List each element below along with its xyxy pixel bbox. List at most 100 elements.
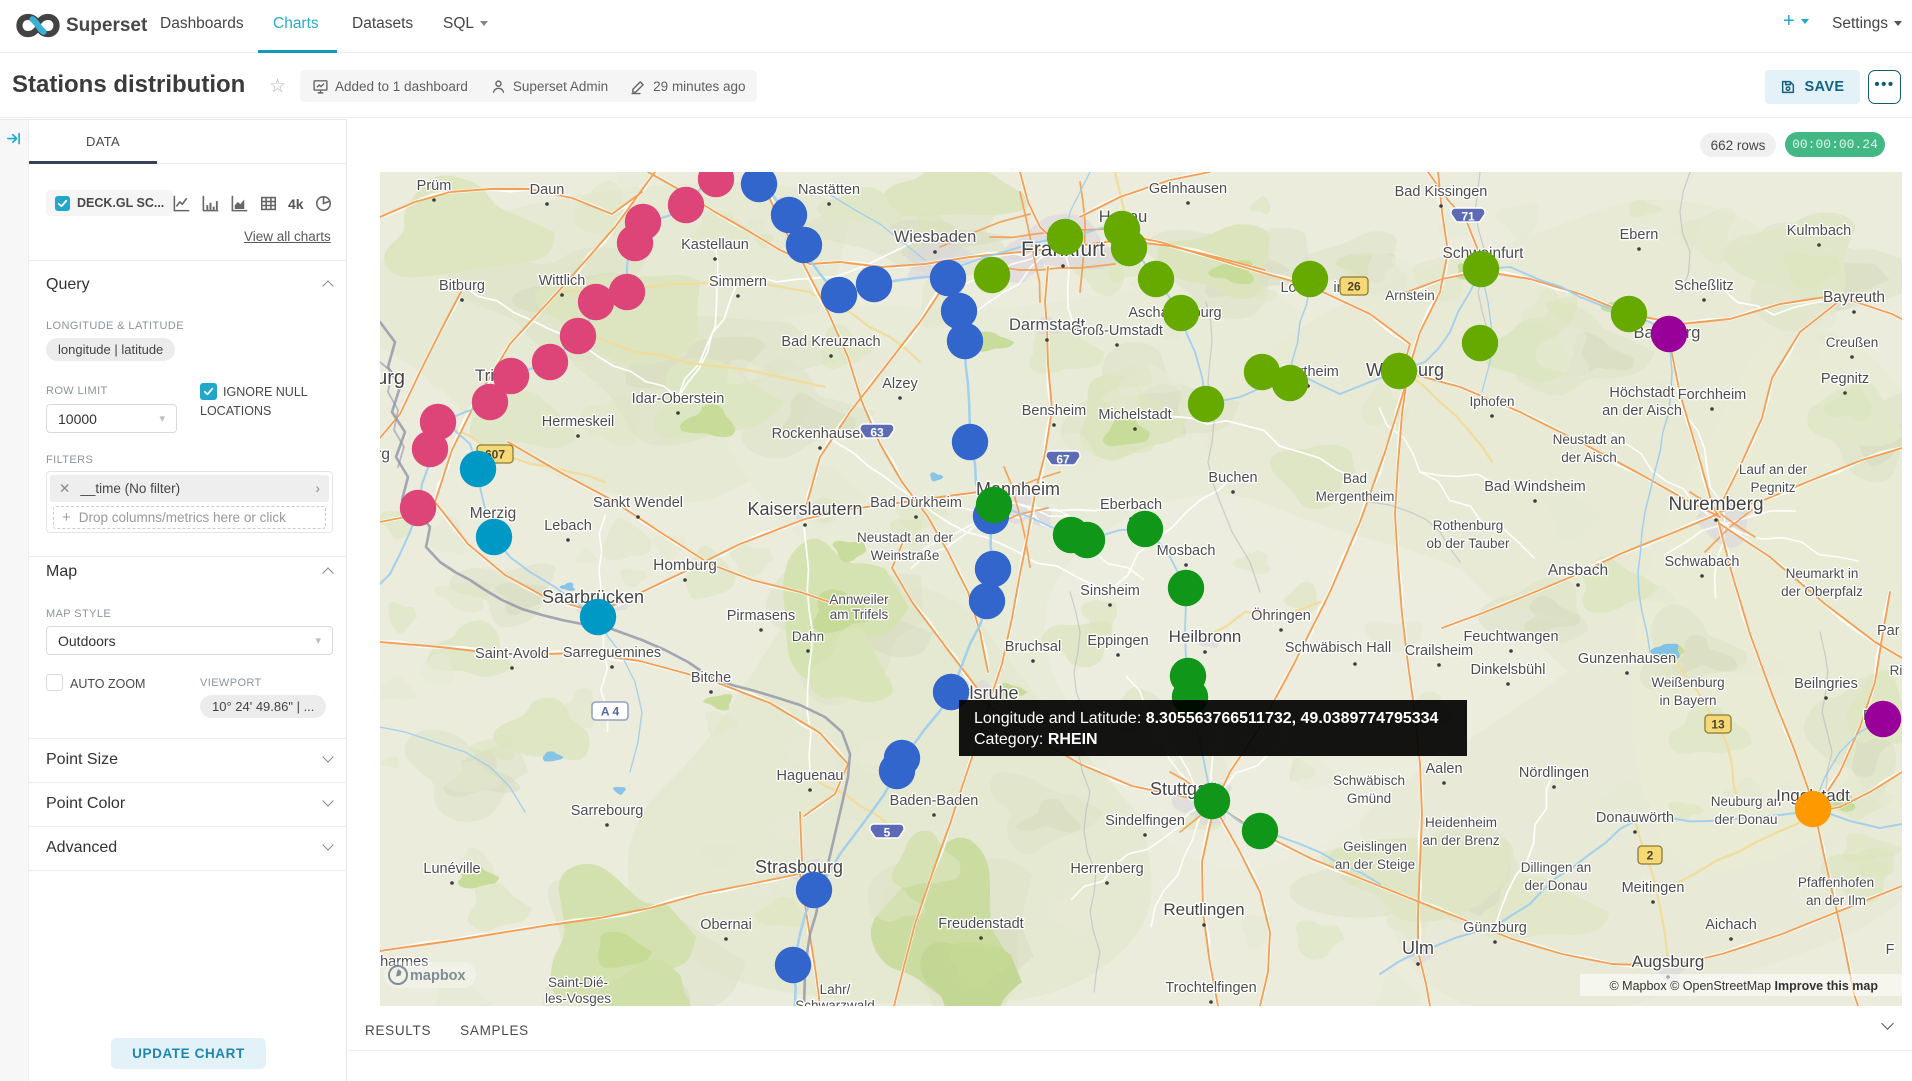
svg-text:Öhringen: Öhringen [1251, 606, 1311, 624]
svg-text:an der Aisch: an der Aisch [1602, 403, 1682, 419]
svg-text:Michelstadt: Michelstadt [1098, 407, 1171, 423]
svg-text:Meitingen: Meitingen [1622, 880, 1685, 896]
svg-text:Pegnitz: Pegnitz [1750, 480, 1795, 495]
svg-text:Haguenau: Haguenau [777, 768, 844, 784]
svg-text:Bruchsal: Bruchsal [1005, 639, 1061, 655]
svg-text:Wiesbaden: Wiesbaden [894, 228, 977, 246]
svg-text:Bad Kissingen: Bad Kissingen [1395, 184, 1488, 200]
svg-text:Simmern: Simmern [709, 274, 767, 290]
svg-text:63: 63 [870, 426, 884, 440]
svg-text:Aalen: Aalen [1425, 761, 1462, 777]
svg-text:Ansbach: Ansbach [1548, 562, 1608, 579]
svg-text:Mosbach: Mosbach [1157, 543, 1216, 559]
svg-text:Forchheim: Forchheim [1678, 387, 1747, 403]
svg-text:Neuburg an: Neuburg an [1711, 794, 1782, 809]
svg-text:Category: RHEIN: Category: RHEIN [974, 731, 1098, 748]
svg-text:Schwäbisch Hall: Schwäbisch Hall [1285, 640, 1391, 656]
svg-text:Alzey: Alzey [882, 376, 918, 392]
svg-text:in Bayern: in Bayern [1659, 693, 1716, 708]
svg-text:Hermeskeil: Hermeskeil [542, 414, 615, 430]
svg-text:71: 71 [1461, 210, 1475, 224]
svg-text:Reutlingen: Reutlingen [1163, 900, 1244, 919]
svg-text:Prüm: Prüm [417, 178, 452, 194]
svg-text:Bitche: Bitche [691, 670, 731, 686]
svg-text:Pfaffenhofen: Pfaffenhofen [1798, 875, 1874, 890]
svg-text:Baden-Baden: Baden-Baden [890, 793, 979, 809]
svg-text:Ebern: Ebern [1620, 227, 1659, 243]
svg-text:67: 67 [1056, 453, 1070, 467]
svg-text:Bensheim: Bensheim [1022, 403, 1086, 419]
svg-text:5: 5 [884, 826, 891, 840]
svg-text:Pirmasens: Pirmasens [727, 608, 796, 624]
svg-text:ob der Tauber: ob der Tauber [1426, 536, 1510, 551]
svg-text:2: 2 [1647, 849, 1654, 863]
svg-text:Herrenberg: Herrenberg [1070, 861, 1143, 877]
svg-text:Gunzenhausen: Gunzenhausen [1578, 651, 1676, 667]
svg-text:Lebach: Lebach [544, 518, 592, 534]
svg-text:Trochtelfingen: Trochtelfingen [1165, 980, 1256, 996]
svg-text:der Donau: der Donau [1524, 878, 1587, 893]
svg-text:les-Vosges: les-Vosges [545, 991, 611, 1006]
svg-text:Augsburg: Augsburg [1632, 952, 1705, 971]
svg-text:Saint-Dié-: Saint-Dié- [548, 975, 608, 990]
svg-text:Neumarkt in: Neumarkt in [1786, 566, 1859, 581]
svg-text:Obernai: Obernai [700, 917, 752, 933]
svg-text:Sarrebourg: Sarrebourg [571, 803, 644, 819]
svg-text:Eppingen: Eppingen [1087, 633, 1148, 649]
svg-text:der Oberpfalz: der Oberpfalz [1781, 584, 1863, 599]
svg-text:Crailsheim: Crailsheim [1405, 643, 1474, 659]
svg-text:Scheßlitz: Scheßlitz [1674, 278, 1734, 294]
svg-text:Aichach: Aichach [1705, 917, 1757, 933]
svg-text:an der Ilm: an der Ilm [1806, 893, 1866, 908]
svg-text:mapbox: mapbox [410, 968, 466, 984]
svg-text:Annweiler: Annweiler [829, 592, 889, 607]
svg-text:Eberbach: Eberbach [1100, 497, 1162, 513]
svg-text:Sankt Wendel: Sankt Wendel [593, 495, 683, 511]
svg-text:Neustadt an der: Neustadt an der [857, 530, 954, 545]
svg-text:der Aisch: der Aisch [1561, 450, 1617, 465]
svg-text:Dillingen an: Dillingen an [1521, 860, 1592, 875]
svg-text:Lunéville: Lunéville [423, 861, 480, 877]
svg-text:an der Steige: an der Steige [1335, 857, 1415, 872]
svg-text:Bad Windsheim: Bad Windsheim [1484, 479, 1586, 495]
svg-text:Bayreuth: Bayreuth [1823, 289, 1885, 306]
svg-text:Nördlingen: Nördlingen [1519, 765, 1589, 781]
svg-text:Longitude and Latitude: 8.3055: Longitude and Latitude: 8.30556376651173… [974, 710, 1439, 727]
svg-text:Creußen: Creußen [1826, 335, 1879, 350]
svg-text:Schwarzwald: Schwarzwald [795, 998, 875, 1006]
svg-text:© Mapbox © OpenStreetMap Impro: © Mapbox © OpenStreetMap Improve this ma… [1609, 979, 1878, 993]
svg-text:Par: Par [1877, 623, 1900, 639]
svg-text:Kastellaun: Kastellaun [681, 237, 749, 253]
svg-text:der Donau: der Donau [1714, 812, 1777, 827]
svg-text:Feuchtwangen: Feuchtwangen [1463, 629, 1558, 645]
svg-text:Buchen: Buchen [1208, 470, 1257, 486]
svg-text:Saint-Avold: Saint-Avold [475, 646, 549, 662]
svg-text:Rockenhausen: Rockenhausen [772, 426, 869, 442]
svg-text:Kulmbach: Kulmbach [1787, 223, 1851, 239]
svg-text:Heidenheim: Heidenheim [1425, 815, 1497, 830]
svg-text:Gmünd: Gmünd [1347, 791, 1391, 806]
svg-text:Homburg: Homburg [653, 557, 717, 574]
svg-text:Pegnitz: Pegnitz [1821, 371, 1869, 387]
svg-text:Strasbourg: Strasbourg [755, 857, 843, 877]
svg-text:Rothenburg: Rothenburg [1433, 518, 1504, 533]
svg-text:Kaiserslautern: Kaiserslautern [747, 499, 862, 519]
svg-text:Schwäbisch: Schwäbisch [1333, 773, 1405, 788]
svg-text:an der Brenz: an der Brenz [1422, 833, 1500, 848]
svg-text:26: 26 [1347, 280, 1361, 294]
svg-text:Lahr/: Lahr/ [820, 982, 851, 997]
svg-text:Iphofen: Iphofen [1469, 394, 1514, 409]
svg-text:Luxembourg: Luxembourg [380, 367, 405, 389]
svg-text:Schwabach: Schwabach [1665, 554, 1740, 570]
svg-text:Idar-Oberstein: Idar-Oberstein [632, 391, 725, 407]
svg-text:Ri: Ri [1890, 663, 1902, 678]
svg-text:Bad Kreuznach: Bad Kreuznach [781, 334, 880, 350]
svg-text:Neustadt an: Neustadt an [1553, 432, 1626, 447]
svg-text:Höchstadt: Höchstadt [1609, 385, 1674, 401]
svg-text:Heilbronn: Heilbronn [1169, 627, 1242, 646]
svg-text:Nuremberg: Nuremberg [1668, 494, 1763, 515]
svg-text:Ulm: Ulm [1402, 938, 1434, 958]
svg-text:13: 13 [1711, 718, 1725, 732]
svg-text:Gelnhausen: Gelnhausen [1149, 181, 1227, 197]
svg-text:Daun: Daun [530, 182, 565, 198]
